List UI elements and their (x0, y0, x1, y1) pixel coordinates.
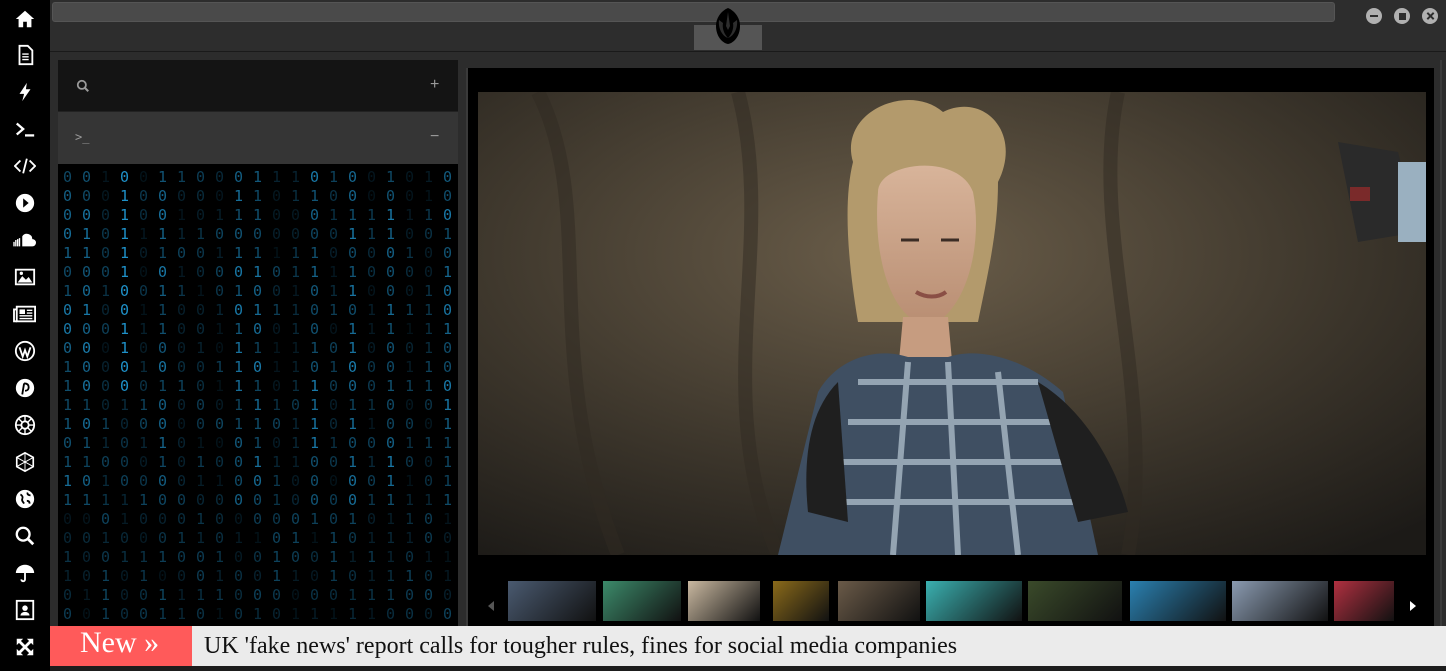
search-row[interactable]: + (58, 60, 458, 112)
matrix-column: 000100100100001110110010 (195, 168, 206, 623)
matrix-column: 001010011011000010001111 (214, 168, 225, 623)
sidebar-bolt[interactable] (0, 73, 50, 110)
umbrella-icon (15, 564, 35, 582)
pinterest-icon (15, 378, 35, 397)
matrix-column: 000100011010101001001100 (138, 168, 149, 623)
matrix-column: 000110010000101101000010 (81, 168, 92, 623)
matrix-column: 001101101100110100101011 (347, 168, 358, 623)
empire-icon (14, 414, 36, 435)
sidebar-search[interactable] (0, 517, 50, 554)
sidebar-news[interactable] (0, 295, 50, 332)
main-photo[interactable] (478, 92, 1426, 555)
terminal-prompt-icon: >_ (75, 130, 90, 144)
sidebar-code[interactable] (0, 147, 50, 184)
globe-icon (15, 489, 35, 508)
news-headline[interactable]: UK 'fake news' report calls for tougher … (204, 626, 957, 666)
rebel-alliance-icon (716, 8, 740, 44)
matrix-column: 000101001000111111101100 (442, 168, 453, 623)
matrix-column: 111011010101111100010001 (252, 168, 263, 623)
matrix-column: 110011111111011100010101 (290, 168, 301, 623)
thumb-4[interactable] (773, 581, 829, 621)
matrix-column: 010011000101111000110001 (309, 168, 320, 623)
close-button[interactable] (1422, 8, 1438, 24)
sidebar-media[interactable] (0, 184, 50, 221)
matrix-column: 001010011011001011110100 (404, 168, 415, 623)
thumbnail-strip (468, 573, 1436, 623)
thumb-3[interactable] (688, 581, 760, 621)
document-icon (18, 44, 34, 65)
bolt-icon (19, 82, 31, 101)
contact-card-icon (15, 599, 35, 620)
matrix-column: 111000111111001001001000 (423, 168, 434, 623)
sidebar-terminal[interactable] (0, 110, 50, 147)
matrix-column: 100110111001001100001011 (157, 168, 168, 623)
sidebar-wordpress[interactable] (0, 332, 50, 369)
image-icon (14, 268, 36, 285)
sidebar-soundcloud[interactable] (0, 221, 50, 258)
matrix-column: 100000100000011011010111 (100, 168, 111, 623)
minimize-button[interactable] (1366, 8, 1382, 24)
play-circle-icon (15, 193, 35, 212)
collapse-button[interactable]: − (430, 128, 439, 146)
thumb-10[interactable] (1334, 581, 1394, 621)
next-arrow-icon[interactable] (1410, 601, 1416, 611)
bottom-strip (50, 666, 1446, 671)
side-panel: + >_ − 000010100011110111001100 000110010… (58, 60, 458, 626)
soundcloud-icon (13, 233, 36, 246)
matrix-column: 011010101111110000010000 (233, 168, 244, 623)
sidebar-globe[interactable] (0, 480, 50, 517)
news-tag[interactable]: New » (50, 626, 192, 666)
search-icon[interactable] (76, 79, 90, 93)
sidebar-network[interactable] (0, 443, 50, 480)
matrix-column: 101100011001000111111110 (385, 168, 396, 623)
image-viewer (466, 68, 1434, 626)
terminal-icon (16, 122, 35, 137)
app-window: + >_ − 000010100011110111001100 000110010… (0, 0, 1446, 671)
search-icon (15, 526, 35, 545)
thumb-6[interactable] (926, 581, 1022, 621)
thumb-9[interactable] (1232, 581, 1328, 621)
prev-arrow-icon[interactable] (488, 601, 494, 611)
thumb-8[interactable] (1130, 581, 1226, 621)
matrix-column: 101001110010001000011101 (328, 168, 339, 623)
code-icon (14, 157, 36, 174)
address-bar[interactable] (52, 2, 1335, 22)
icon-sidebar (0, 0, 50, 671)
sidebar-fullscreen[interactable] (0, 628, 50, 665)
wordpress-icon (14, 340, 36, 361)
thumb-7[interactable] (1028, 581, 1122, 621)
sidebar-pinterest[interactable] (0, 369, 50, 406)
matrix-column: 101101100001000000010011 (176, 168, 187, 623)
terminal-row[interactable]: >_ − (58, 112, 458, 164)
newspaper-icon (13, 305, 36, 322)
viewer-edge (1440, 60, 1442, 626)
matrix-column: 001100011000110101011111 (366, 168, 377, 623)
matrix-column: 011111001100100001101000 (119, 168, 130, 623)
fullscreen-icon (16, 638, 34, 655)
add-button[interactable]: + (430, 76, 439, 94)
maximize-button[interactable] (1394, 8, 1410, 24)
thumb-2[interactable] (603, 581, 681, 621)
sidebar-umbrella[interactable] (0, 554, 50, 591)
home-icon (15, 10, 35, 27)
matrix-rain: 000010100011110111001100 0001100100001011… (58, 168, 458, 626)
sidebar-contacts[interactable] (0, 591, 50, 628)
sidebar-images[interactable] (0, 258, 50, 295)
top-bar (50, 0, 1446, 52)
hexagon-network-icon (15, 451, 35, 472)
matrix-column: 000010100011110111001100 (62, 168, 73, 623)
portrait-photo (478, 92, 1426, 555)
thumb-5[interactable] (838, 581, 920, 621)
sidebar-home[interactable] (0, 0, 50, 37)
sidebar-documents[interactable] (0, 36, 50, 73)
thumb-1[interactable] (508, 581, 596, 621)
matrix-column: 100010010110100111001100 (271, 168, 282, 623)
news-ticker: New » UK 'fake news' report calls for to… (50, 626, 1446, 666)
sidebar-empire[interactable] (0, 406, 50, 443)
